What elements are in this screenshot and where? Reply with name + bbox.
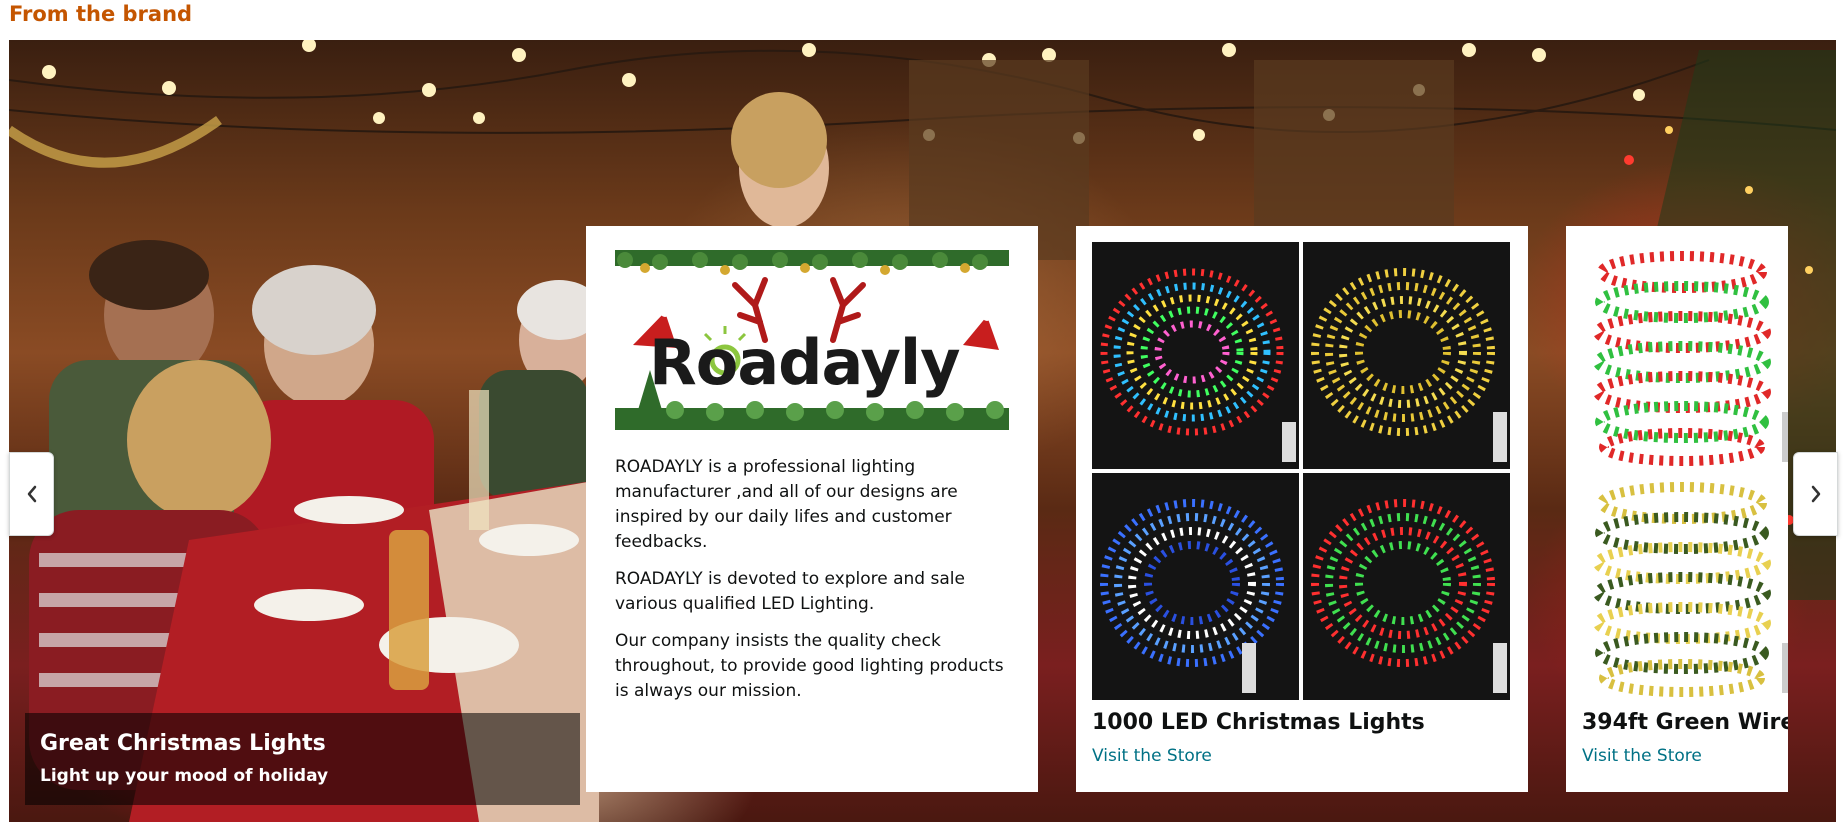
product-image-multicolor-illustration <box>1092 242 1299 469</box>
hero-caption: Great Christmas Lights Light up your moo… <box>25 713 580 805</box>
section-title: From the brand <box>9 2 193 26</box>
product-image-grid[interactable] <box>1092 242 1510 700</box>
product-image-warm-white-spool-illustration <box>1582 473 1788 700</box>
product-image-warm-white-spool[interactable] <box>1582 473 1788 700</box>
hero-caption-subtitle: Light up your mood of holiday <box>40 766 329 786</box>
product-card-394ft-green-wire[interactable]: 394ft Green Wire St Visit the Store <box>1566 226 1788 792</box>
brand-logo-text: Roadayly <box>649 326 961 399</box>
brand-description: ROADAYLY is a professional lighting manu… <box>615 455 1015 716</box>
product-image-blue[interactable] <box>1092 473 1299 700</box>
hero-caption-title: Great Christmas Lights <box>40 731 326 756</box>
product-image-column[interactable] <box>1582 242 1788 700</box>
product-title[interactable]: 394ft Green Wire St <box>1582 710 1788 735</box>
product-title[interactable]: 1000 LED Christmas Lights <box>1092 710 1425 735</box>
brand-info-card: Roadayly ROADAYLY is a professional ligh… <box>586 226 1038 792</box>
brand-description-paragraph: ROADAYLY is devoted to explore and sale … <box>615 569 965 614</box>
product-image-warm-white-illustration <box>1303 242 1510 469</box>
product-image-red-green[interactable] <box>1303 473 1510 700</box>
carousel-prev-button[interactable] <box>9 452 54 536</box>
product-image-red-green-spool-illustration <box>1582 242 1788 469</box>
product-image-red-green-illustration <box>1303 473 1510 700</box>
product-image-red-green-spool[interactable] <box>1582 242 1788 469</box>
visit-store-link[interactable]: Visit the Store <box>1582 746 1702 766</box>
visit-store-link[interactable]: Visit the Store <box>1092 746 1212 766</box>
brand-description-paragraph: Our company insists the quality check th… <box>615 631 1004 701</box>
carousel-next-button[interactable] <box>1793 452 1838 536</box>
product-image-blue-illustration <box>1092 473 1299 700</box>
product-image-multicolor[interactable] <box>1092 242 1299 469</box>
product-image-warm-white[interactable] <box>1303 242 1510 469</box>
chevron-left-icon <box>27 485 36 503</box>
brand-carousel: Great Christmas Lights Light up your moo… <box>9 40 1836 822</box>
product-card-1000-led[interactable]: 1000 LED Christmas Lights Visit the Stor… <box>1076 226 1528 792</box>
brand-logo: Roadayly <box>615 250 1009 430</box>
chevron-right-icon <box>1811 485 1820 503</box>
brand-description-paragraph: ROADAYLY is a professional lighting manu… <box>615 457 958 552</box>
